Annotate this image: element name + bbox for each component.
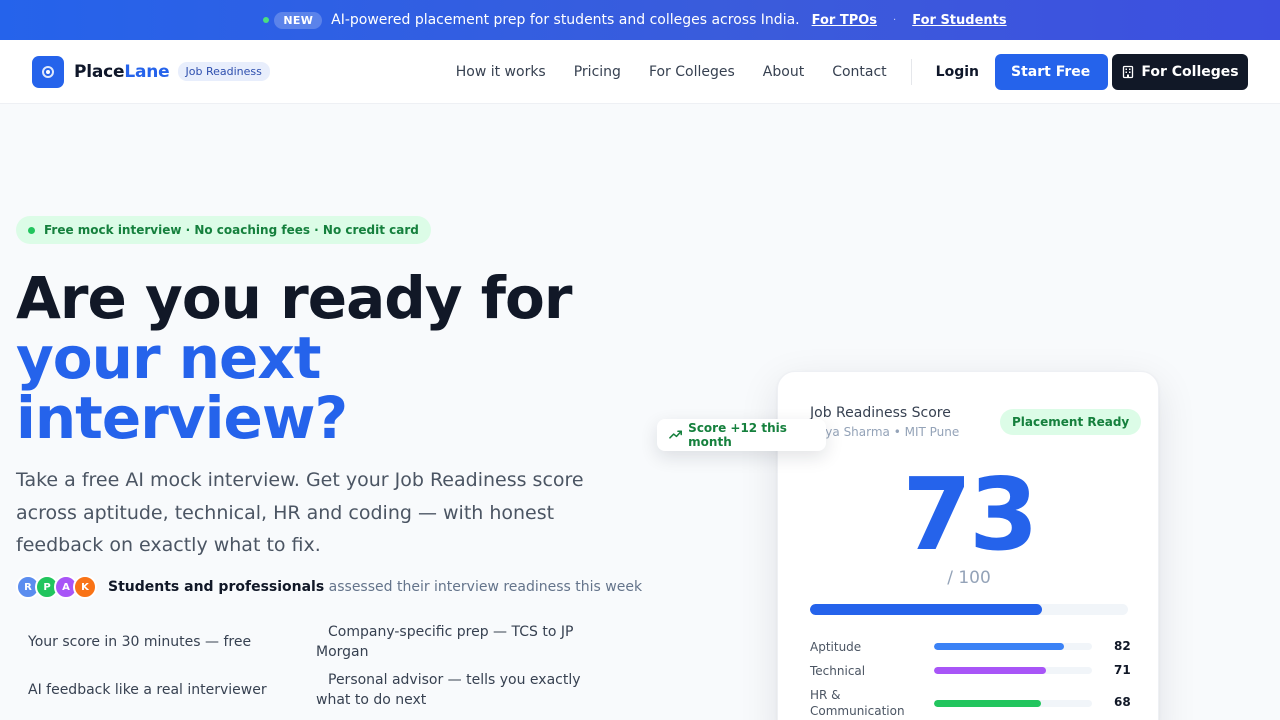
metric-value: 82 (1114, 639, 1131, 653)
metric-track (934, 667, 1092, 674)
start-free-button[interactable]: Start Free (995, 53, 1108, 90)
announcement-separator: · (893, 14, 897, 26)
headline-line-2: your next (16, 324, 322, 392)
metric-track (934, 643, 1092, 650)
social-proof-rest: assessed their interview readiness this … (328, 579, 643, 595)
nav-contact[interactable]: Contact (832, 64, 886, 80)
brand-name[interactable]: PlaceLane (74, 62, 170, 82)
hero-subheading: Take a free AI mock interview. Get your … (16, 469, 584, 556)
trending-up-icon (669, 430, 682, 439)
brand-name-part1: Place (74, 61, 125, 82)
nav-pricing[interactable]: Pricing (574, 64, 621, 80)
score-trend-text: Score +12 this month (688, 421, 787, 449)
headline-line-3: interview? (16, 384, 348, 452)
nav-about[interactable]: About (763, 64, 804, 80)
brand-tag: Job Readiness (177, 62, 270, 81)
headline-line-1: Are you ready for (16, 264, 572, 332)
main-nav: How it works Pricing For Colleges About … (456, 53, 1248, 90)
feature-item: Your score in 30 minutes — free (28, 634, 252, 650)
login-link[interactable]: Login (936, 64, 979, 80)
score-card: Job Readiness Score Priya Sharma • MIT P… (777, 371, 1159, 720)
logo-icon[interactable] (32, 55, 64, 88)
social-proof-bold: Students and professionals (108, 579, 325, 595)
nav-divider (910, 58, 912, 85)
for-students-link[interactable]: For Students (912, 13, 1016, 28)
metric-fill (934, 643, 1064, 650)
new-badge: NEW (274, 11, 323, 29)
score-max: / 100 (947, 568, 991, 588)
metric-label: Aptitude (810, 640, 862, 654)
nav-for-colleges[interactable]: For Colleges (649, 64, 735, 80)
status-badge: Placement Ready (1000, 409, 1142, 435)
student-info: Priya Sharma • MIT Pune (810, 425, 960, 439)
feature-item: Company-specific prep — TCS to JP Morgan (316, 624, 574, 660)
metric-fill (934, 667, 1047, 674)
announcement-bar: NEW AI-powered placement prep for studen… (0, 0, 1280, 40)
feature-item: Personal advisor — tells you exactly wha… (316, 672, 581, 708)
score-value: 73 (902, 456, 1038, 573)
hero-badge-text: Free mock interview · No coaching fees ·… (44, 223, 419, 237)
for-colleges-button[interactable]: For Colleges (1112, 53, 1248, 90)
building-icon (1123, 65, 1134, 78)
metric-fill (934, 700, 1042, 707)
metric-label: Technical (810, 664, 866, 678)
site-header: PlaceLane Job Readiness How it works Pri… (0, 40, 1280, 104)
status-dot (263, 17, 270, 23)
for-tpos-link[interactable]: For TPOs (812, 13, 887, 28)
score-progress-track (810, 604, 1128, 615)
score-card-title: Job Readiness Score (810, 405, 951, 421)
nav-how-it-works[interactable]: How it works (456, 64, 546, 80)
metric-label: HR & Communication (810, 688, 905, 718)
hero-badge: Free mock interview · No coaching fees ·… (16, 216, 431, 244)
metric-value: 71 (1114, 663, 1131, 677)
social-proof: R P A K Students and professionals asses… (16, 575, 642, 599)
avatar: K (73, 575, 97, 599)
for-colleges-button-label: For Colleges (1141, 63, 1239, 80)
badge-dot (28, 226, 35, 234)
social-proof-text: Students and professionals assessed thei… (108, 579, 642, 595)
feature-item: AI feedback like a real interviewer (28, 682, 267, 698)
hero-headline: Are you ready for your next interview? (16, 268, 636, 448)
announcement-message: AI-powered placement prep for students a… (331, 12, 800, 28)
metric-value: 68 (1114, 695, 1131, 709)
score-trend-chip: Score +12 this month (657, 419, 826, 451)
score-progress-fill (810, 604, 1043, 615)
brand-name-part2: Lane (124, 61, 170, 82)
avatar-group: R P A K (16, 575, 97, 599)
metric-track (934, 700, 1092, 707)
